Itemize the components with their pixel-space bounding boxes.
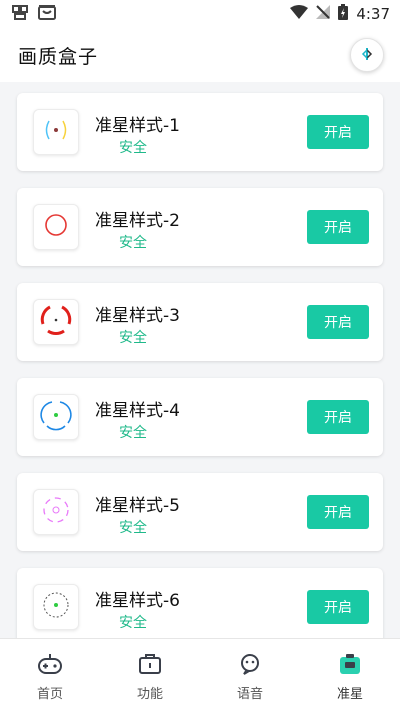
crosshair-3-icon: [36, 300, 76, 344]
status-bar: 4:37: [0, 0, 400, 28]
crosshair-thumbnail: [33, 489, 79, 535]
crosshair-status: 安全: [119, 235, 147, 251]
clock-time: 4:37: [356, 5, 390, 23]
crosshair-status: 安全: [119, 615, 147, 631]
crosshair-card: 准星样式-6 安全 开启: [17, 568, 383, 638]
enable-button[interactable]: 开启: [307, 305, 369, 339]
crosshair-thumbnail: [33, 204, 79, 250]
enable-button[interactable]: 开启: [307, 400, 369, 434]
crosshair-thumbnail: [33, 109, 79, 155]
crosshair-thumbnail: [33, 584, 79, 630]
crosshair-card: 准星样式-3 安全 开启: [17, 283, 383, 361]
bug-icon: [10, 3, 30, 25]
nav-home[interactable]: 首页: [0, 639, 100, 711]
chat-face-icon: [237, 653, 263, 679]
crosshair-status: 安全: [119, 425, 147, 441]
crosshair-title: 准星样式-6: [95, 591, 180, 611]
crosshair-1-icon: [38, 112, 74, 152]
bottom-navigation: 首页 功能 语音 准星: [0, 638, 400, 711]
crosshair-status: 安全: [119, 140, 147, 156]
crosshair-title: 准星样式-2: [95, 211, 180, 231]
crosshair-6-icon: [36, 585, 76, 629]
crosshair-card: 准星样式-4 安全 开启: [17, 378, 383, 456]
page-title: 画质盒子: [18, 45, 99, 68]
crosshair-title: 准星样式-5: [95, 496, 180, 516]
crosshair-status: 安全: [119, 520, 147, 536]
crosshair-title: 准星样式-4: [95, 401, 180, 421]
nav-voice-label: 语音: [236, 687, 263, 702]
crosshair-card: 准星样式-2 安全 开启: [17, 188, 383, 266]
crosshair-5-icon: [36, 490, 76, 534]
crosshair-title: 准星样式-1: [95, 116, 180, 136]
crosshair-card: 准星样式-1 安全 开启: [17, 93, 383, 171]
status-right: 4:37: [290, 4, 390, 24]
crosshair-thumbnail: [33, 299, 79, 345]
arrow-toggle-icon: [360, 46, 374, 65]
crosshair-thumbnail: [33, 394, 79, 440]
toolbox-icon: [137, 653, 163, 679]
nav-home-label: 首页: [36, 687, 63, 702]
app-header: 画质盒子: [0, 28, 400, 82]
status-left: [10, 3, 56, 25]
nav-crosshair-label: 准星: [336, 687, 363, 702]
crosshair-list: 准星样式-1 安全 开启 准星样式-2 安全 开启 准星样式-3 安全 开启 准…: [0, 82, 400, 638]
header-action-button[interactable]: [350, 38, 384, 72]
no-signal-icon: [316, 5, 331, 23]
enable-button[interactable]: 开启: [307, 590, 369, 624]
crosshair-status: 安全: [119, 330, 147, 346]
crosshair-2-icon: [38, 207, 74, 247]
crosshair-4-icon: [36, 395, 76, 439]
gamepad-icon: [37, 653, 63, 679]
enable-button[interactable]: 开启: [307, 210, 369, 244]
nav-features-label: 功能: [136, 687, 163, 702]
shop-icon: [38, 4, 56, 24]
wifi-icon: [290, 5, 309, 23]
crosshair-box-icon: [337, 653, 363, 679]
nav-voice[interactable]: 语音: [200, 639, 300, 711]
enable-button[interactable]: 开启: [307, 115, 369, 149]
crosshair-title: 准星样式-3: [95, 306, 180, 326]
nav-crosshair[interactable]: 准星: [300, 639, 400, 711]
enable-button[interactable]: 开启: [307, 495, 369, 529]
nav-features[interactable]: 功能: [100, 639, 200, 711]
battery-charging-icon: [338, 4, 349, 24]
crosshair-card: 准星样式-5 安全 开启: [17, 473, 383, 551]
